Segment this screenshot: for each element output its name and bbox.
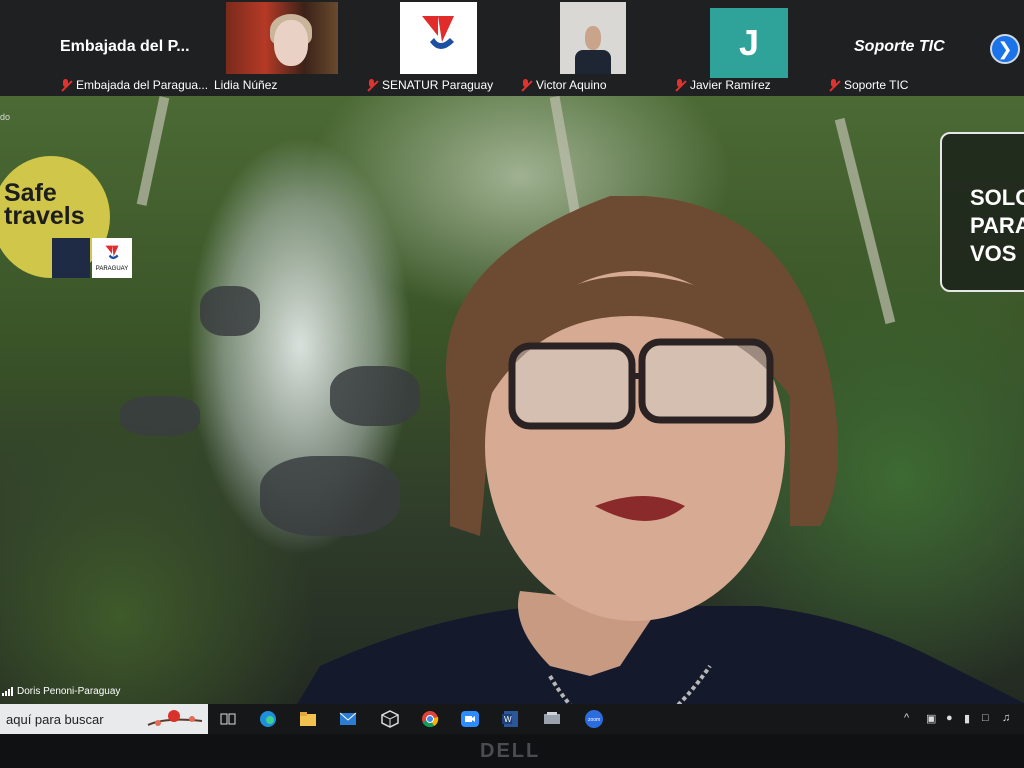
participant-name-label: Embajada del Paragua... bbox=[60, 78, 208, 92]
search-highlight-art-icon bbox=[147, 710, 203, 726]
participant-tile-lidia: Lidia Núñez bbox=[214, 0, 314, 96]
main-speaker-video[interactable]: do Safe travels PARAGUAY SOLO PARA VOS D… bbox=[0, 96, 1024, 704]
mic-muted-icon bbox=[366, 78, 378, 92]
task-view-icon[interactable] bbox=[218, 709, 238, 729]
svg-text:zoom: zoom bbox=[588, 717, 600, 723]
participant-name-label: Javier Ramírez bbox=[674, 78, 771, 92]
zoom-icon[interactable] bbox=[460, 709, 480, 729]
mic-muted-icon bbox=[828, 78, 840, 92]
corner-text: do bbox=[0, 112, 11, 122]
participant-name-label: Victor Aquino bbox=[520, 78, 607, 92]
rock bbox=[120, 396, 200, 436]
meet-icon[interactable]: zoom bbox=[584, 709, 604, 729]
mail-icon[interactable] bbox=[338, 709, 358, 729]
paraguay-logo-icon: PARAGUAY bbox=[92, 238, 132, 278]
speaker-name-label: Doris Penoni-Paraguay bbox=[2, 686, 120, 697]
windows-taskbar: aquí para buscar W zoom ^ ▣ ● ▮ □ ♫ bbox=[0, 704, 1024, 734]
mic-muted-icon bbox=[674, 78, 686, 92]
participant-tile-embajada[interactable]: Embajada del P... Embajada del Paragua..… bbox=[60, 0, 210, 96]
participant-big-name: Soporte TIC bbox=[854, 38, 945, 55]
edge-icon[interactable] bbox=[258, 709, 278, 729]
taskbar-search-box[interactable]: aquí para buscar bbox=[0, 704, 208, 734]
network-icon[interactable]: □ bbox=[982, 712, 989, 724]
safe-travels-text: Safe travels bbox=[4, 179, 85, 230]
svg-text:W: W bbox=[504, 715, 512, 724]
chrome-icon[interactable] bbox=[420, 709, 440, 729]
paraguay-logo-mark-icon bbox=[105, 245, 119, 260]
meet-now-icon[interactable]: ▣ bbox=[926, 712, 936, 725]
battery-icon[interactable]: ▮ bbox=[964, 712, 970, 725]
participant-name-label: Lidia Núñez bbox=[214, 78, 278, 92]
rock bbox=[200, 286, 260, 336]
wttc-logo-icon bbox=[52, 238, 90, 278]
participant-big-name: Embajada del P... bbox=[60, 38, 190, 55]
microphone-icon[interactable]: ● bbox=[946, 712, 953, 724]
participant-name-label: SENATUR Paraguay bbox=[366, 78, 493, 92]
participant-tile-javier: Javier Ramírez bbox=[674, 0, 804, 96]
file-explorer-icon[interactable] bbox=[298, 709, 318, 729]
tree-trunk bbox=[136, 96, 170, 206]
mic-muted-icon bbox=[60, 78, 72, 92]
dell-logo: DELL bbox=[480, 740, 541, 762]
taskbar-search-placeholder: aquí para buscar bbox=[6, 711, 104, 727]
signal-bars-icon bbox=[2, 687, 13, 696]
chevron-right-icon[interactable]: ❯ bbox=[990, 34, 1020, 64]
participant-tile-soporte[interactable]: Soporte TIC Soporte TIC bbox=[828, 0, 968, 96]
3d-viewer-icon[interactable] bbox=[380, 709, 400, 729]
participant-name-label: Soporte TIC bbox=[828, 78, 908, 92]
word-icon[interactable]: W bbox=[500, 709, 520, 729]
participant-strip: Embajada del P... Embajada del Paragua..… bbox=[0, 0, 1024, 96]
mic-muted-icon bbox=[520, 78, 532, 92]
participant-tile-victor: Victor Aquino bbox=[520, 0, 640, 96]
settings-icon[interactable] bbox=[542, 709, 562, 729]
participant-tile-senatur: SENATUR Paraguay bbox=[366, 0, 506, 96]
volume-icon[interactable]: ♫ bbox=[1002, 712, 1010, 724]
speaker-figure bbox=[297, 196, 1024, 704]
show-hidden-icons-icon[interactable]: ^ bbox=[904, 712, 909, 724]
